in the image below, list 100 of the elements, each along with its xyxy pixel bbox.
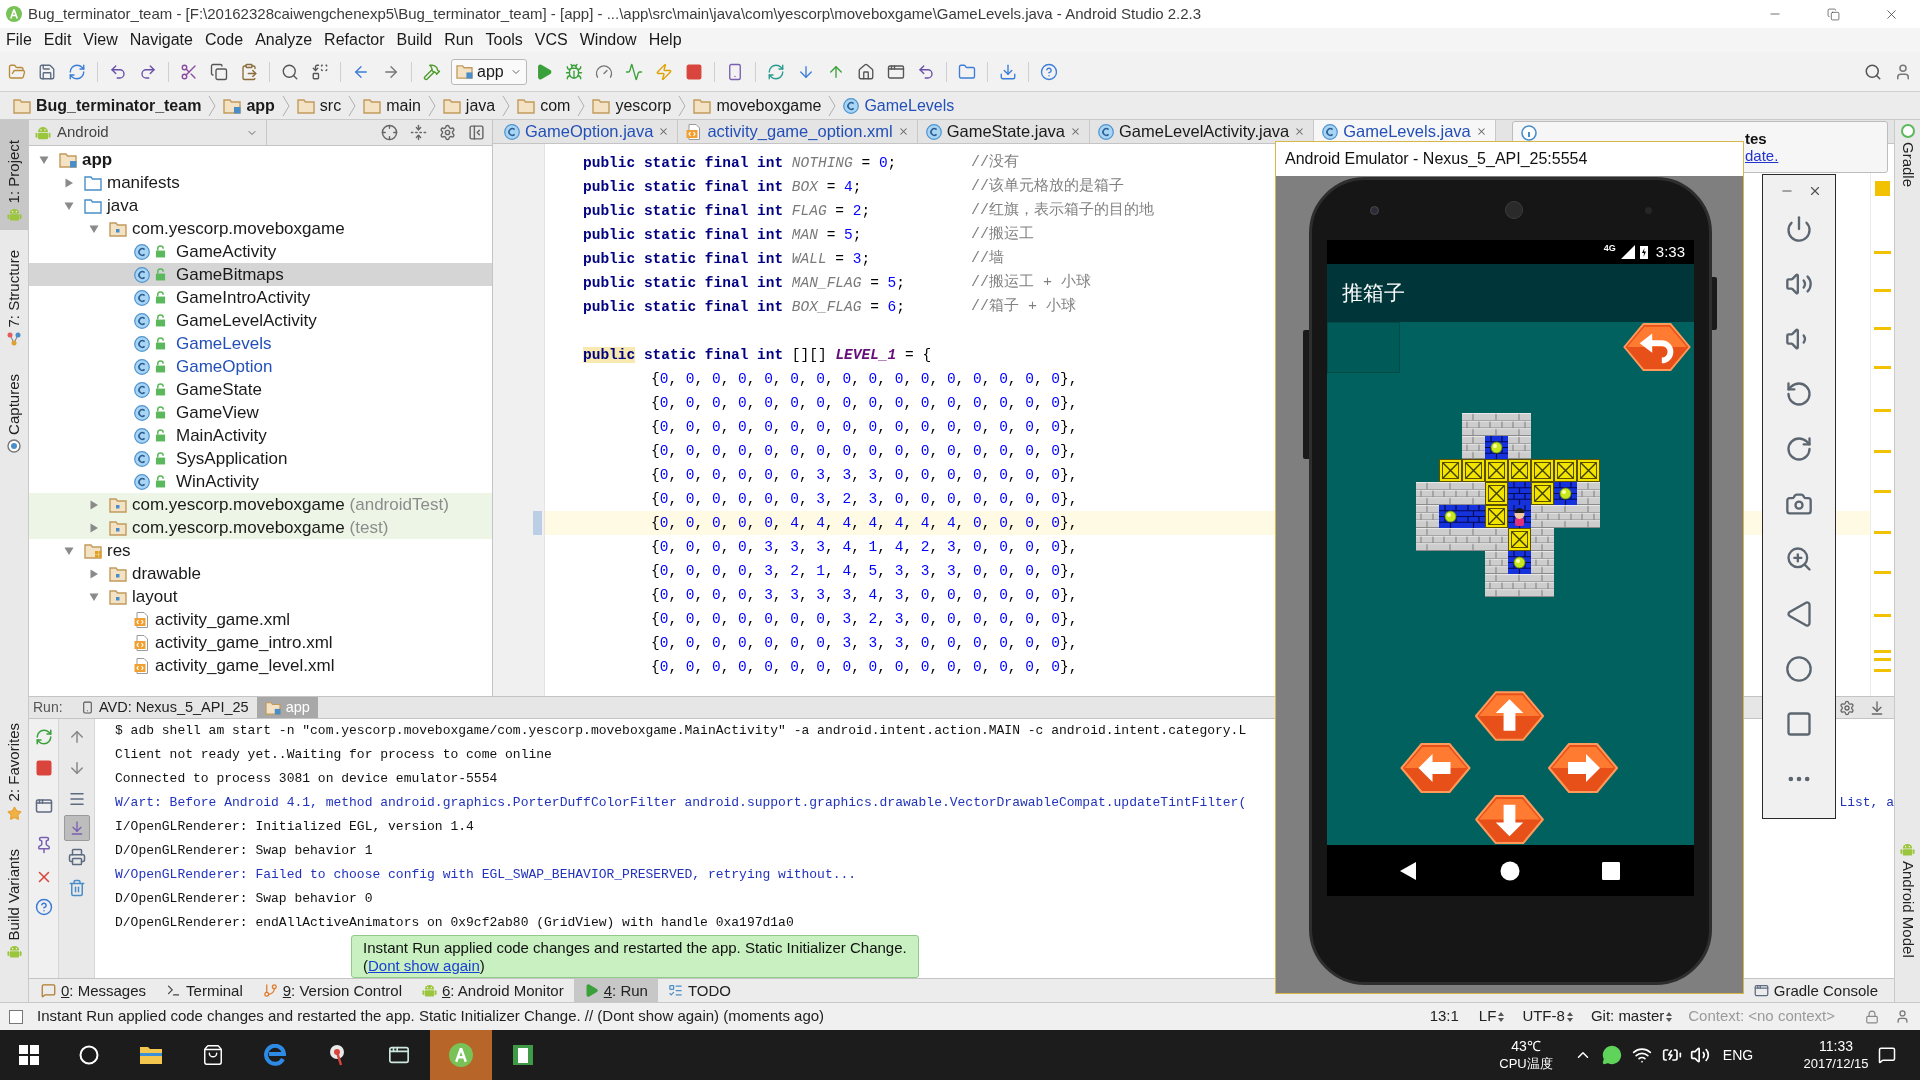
home-icon[interactable]	[1500, 860, 1520, 881]
settings-icon[interactable]	[1839, 699, 1855, 716]
tool-window-button[interactable]: 1: Project	[0, 120, 28, 231]
user-icon[interactable]	[1895, 1009, 1910, 1024]
tree-item[interactable]: com.yescorp.moveboxgame	[29, 217, 492, 240]
settings-icon[interactable]	[439, 124, 456, 141]
vcs-branch-selector[interactable]: Git: master	[1590, 1005, 1673, 1028]
breadcrumb[interactable]: app	[218, 94, 280, 117]
tree-item[interactable]: WinActivity	[29, 470, 492, 493]
rotate-right-icon[interactable]	[1785, 435, 1813, 463]
caret-position[interactable]: 13:1	[1429, 1005, 1459, 1028]
tool-window-button[interactable]: Terminal	[156, 979, 253, 1002]
close-icon[interactable]	[1808, 184, 1822, 198]
help-icon[interactable]	[34, 898, 53, 916]
tree-item[interactable]: GameState	[29, 378, 492, 401]
bug-icon[interactable]	[565, 62, 583, 81]
menu-item[interactable]: View	[77, 30, 124, 50]
tree-item[interactable]: activity_game_intro.xml	[29, 631, 492, 654]
house-icon[interactable]	[857, 62, 875, 81]
stop-icon[interactable]	[34, 759, 53, 777]
tree-item[interactable]: activity_game.xml	[29, 608, 492, 631]
tool-window-button[interactable]: TODO	[657, 979, 741, 1002]
tree-item[interactable]: manifests	[29, 171, 492, 194]
download-icon[interactable]	[1869, 699, 1885, 716]
breadcrumb[interactable]: com	[512, 94, 576, 117]
phone-icon[interactable]	[726, 62, 744, 81]
expand-toggle-icon[interactable]	[64, 177, 74, 188]
tree-item[interactable]: SysApplication	[29, 447, 492, 470]
undo-icon[interactable]	[109, 62, 127, 81]
overview-icon[interactable]	[1602, 861, 1620, 880]
sync-icon[interactable]	[68, 62, 86, 81]
expand-toggle-icon[interactable]	[64, 200, 74, 211]
tree-item[interactable]: GameLevels	[29, 332, 492, 355]
right-arrow-button[interactable]	[1546, 742, 1620, 794]
balloon-link[interactable]: date.	[1745, 147, 1779, 164]
tool-window-button[interactable]: 4: Run	[573, 979, 658, 1002]
hammer-icon[interactable]	[423, 62, 441, 81]
tree-item[interactable]: drawable	[29, 562, 492, 585]
breadcrumb[interactable]: yescorp	[587, 94, 677, 117]
breadcrumb[interactable]: java	[437, 94, 501, 117]
menu-item[interactable]: File	[0, 30, 38, 50]
menu-item[interactable]: Analyze	[249, 30, 319, 50]
undo-arrow-icon[interactable]	[917, 62, 935, 81]
menu-item[interactable]: Code	[198, 30, 250, 50]
tool-window-button[interactable]: 0: Messages	[31, 979, 157, 1002]
crosshair-icon[interactable]	[381, 124, 398, 141]
cut-icon[interactable]	[180, 62, 198, 81]
tab-close-icon[interactable]	[1294, 126, 1306, 137]
tool-window-button[interactable]: 7: Structure	[0, 230, 28, 354]
hide-panel-icon[interactable]	[468, 124, 485, 141]
breadcrumb[interactable]: Bug_terminator_team	[8, 94, 207, 117]
breadcrumb[interactable]: moveboxgame	[688, 94, 827, 117]
dont-show-again-link[interactable]: Dont show again	[368, 956, 480, 974]
window-icon[interactable]	[34, 797, 53, 815]
menu-item[interactable]: Build	[390, 30, 439, 50]
expand-toggle-icon[interactable]	[89, 591, 99, 602]
zoom-in-icon[interactable]	[1785, 545, 1813, 573]
rotate-left-icon[interactable]	[1785, 380, 1813, 408]
replace-icon[interactable]	[311, 62, 329, 81]
language-indicator[interactable]: ENG	[1716, 1044, 1760, 1066]
left-arrow-button[interactable]	[1398, 742, 1473, 794]
expand-toggle-icon[interactable]	[89, 499, 99, 510]
chat-bubble-icon[interactable]	[1602, 1045, 1622, 1065]
editor-tab[interactable]: activity_game_option.xml	[678, 120, 918, 143]
power-icon[interactable]	[1785, 215, 1813, 243]
wifi-icon[interactable]	[1632, 1045, 1652, 1065]
tool-window-button[interactable]: Captures	[0, 353, 28, 461]
editor-tab[interactable]: GameState.java	[917, 120, 1090, 143]
tree-item[interactable]: GameIntroActivity	[29, 286, 492, 309]
tab-close-icon[interactable]	[1070, 126, 1081, 137]
tab-close-icon[interactable]	[897, 126, 909, 137]
expand-toggle-icon[interactable]	[89, 568, 99, 579]
tool-window-button[interactable]: Gradle	[1895, 120, 1920, 192]
tree-item[interactable]: GameLevelActivity	[29, 309, 492, 332]
scroll-to-end-button[interactable]	[63, 815, 90, 841]
menu-item[interactable]: Window	[573, 30, 643, 50]
up-arrow-button[interactable]	[1473, 690, 1546, 742]
volume-icon[interactable]	[1690, 1045, 1710, 1065]
tab-close-icon[interactable]	[658, 126, 670, 137]
paste-icon[interactable]	[240, 62, 258, 81]
print-icon[interactable]	[67, 848, 86, 866]
tree-item[interactable]: GameView	[29, 401, 492, 424]
user-icon[interactable]	[1894, 62, 1912, 81]
window-icon[interactable]	[887, 62, 905, 81]
download-icon[interactable]	[999, 62, 1017, 81]
open-folder-icon[interactable]	[8, 62, 26, 81]
menu-item[interactable]: Help	[642, 30, 688, 50]
menu-item[interactable]: VCS	[528, 30, 574, 50]
circular-arrow-icon[interactable]	[34, 728, 53, 746]
expand-toggle-icon[interactable]	[89, 522, 99, 533]
menu-item[interactable]: Run	[438, 30, 480, 50]
tab-close-icon[interactable]	[1475, 126, 1487, 137]
tree-item[interactable]: com.yescorp.moveboxgame (test)	[29, 516, 492, 539]
tool-window-button[interactable]: 6: Android Monitor	[411, 979, 574, 1002]
folder-icon[interactable]	[958, 62, 976, 81]
tree-item[interactable]: com.yescorp.moveboxgame (androidTest)	[29, 493, 492, 516]
back-icon[interactable]	[1398, 860, 1418, 881]
panel-toggle-icon[interactable]	[9, 1009, 23, 1024]
clock-date[interactable]: 2017/12/15	[1803, 1055, 1869, 1072]
tool-window-button[interactable]: Gradle Console	[1743, 979, 1888, 1002]
